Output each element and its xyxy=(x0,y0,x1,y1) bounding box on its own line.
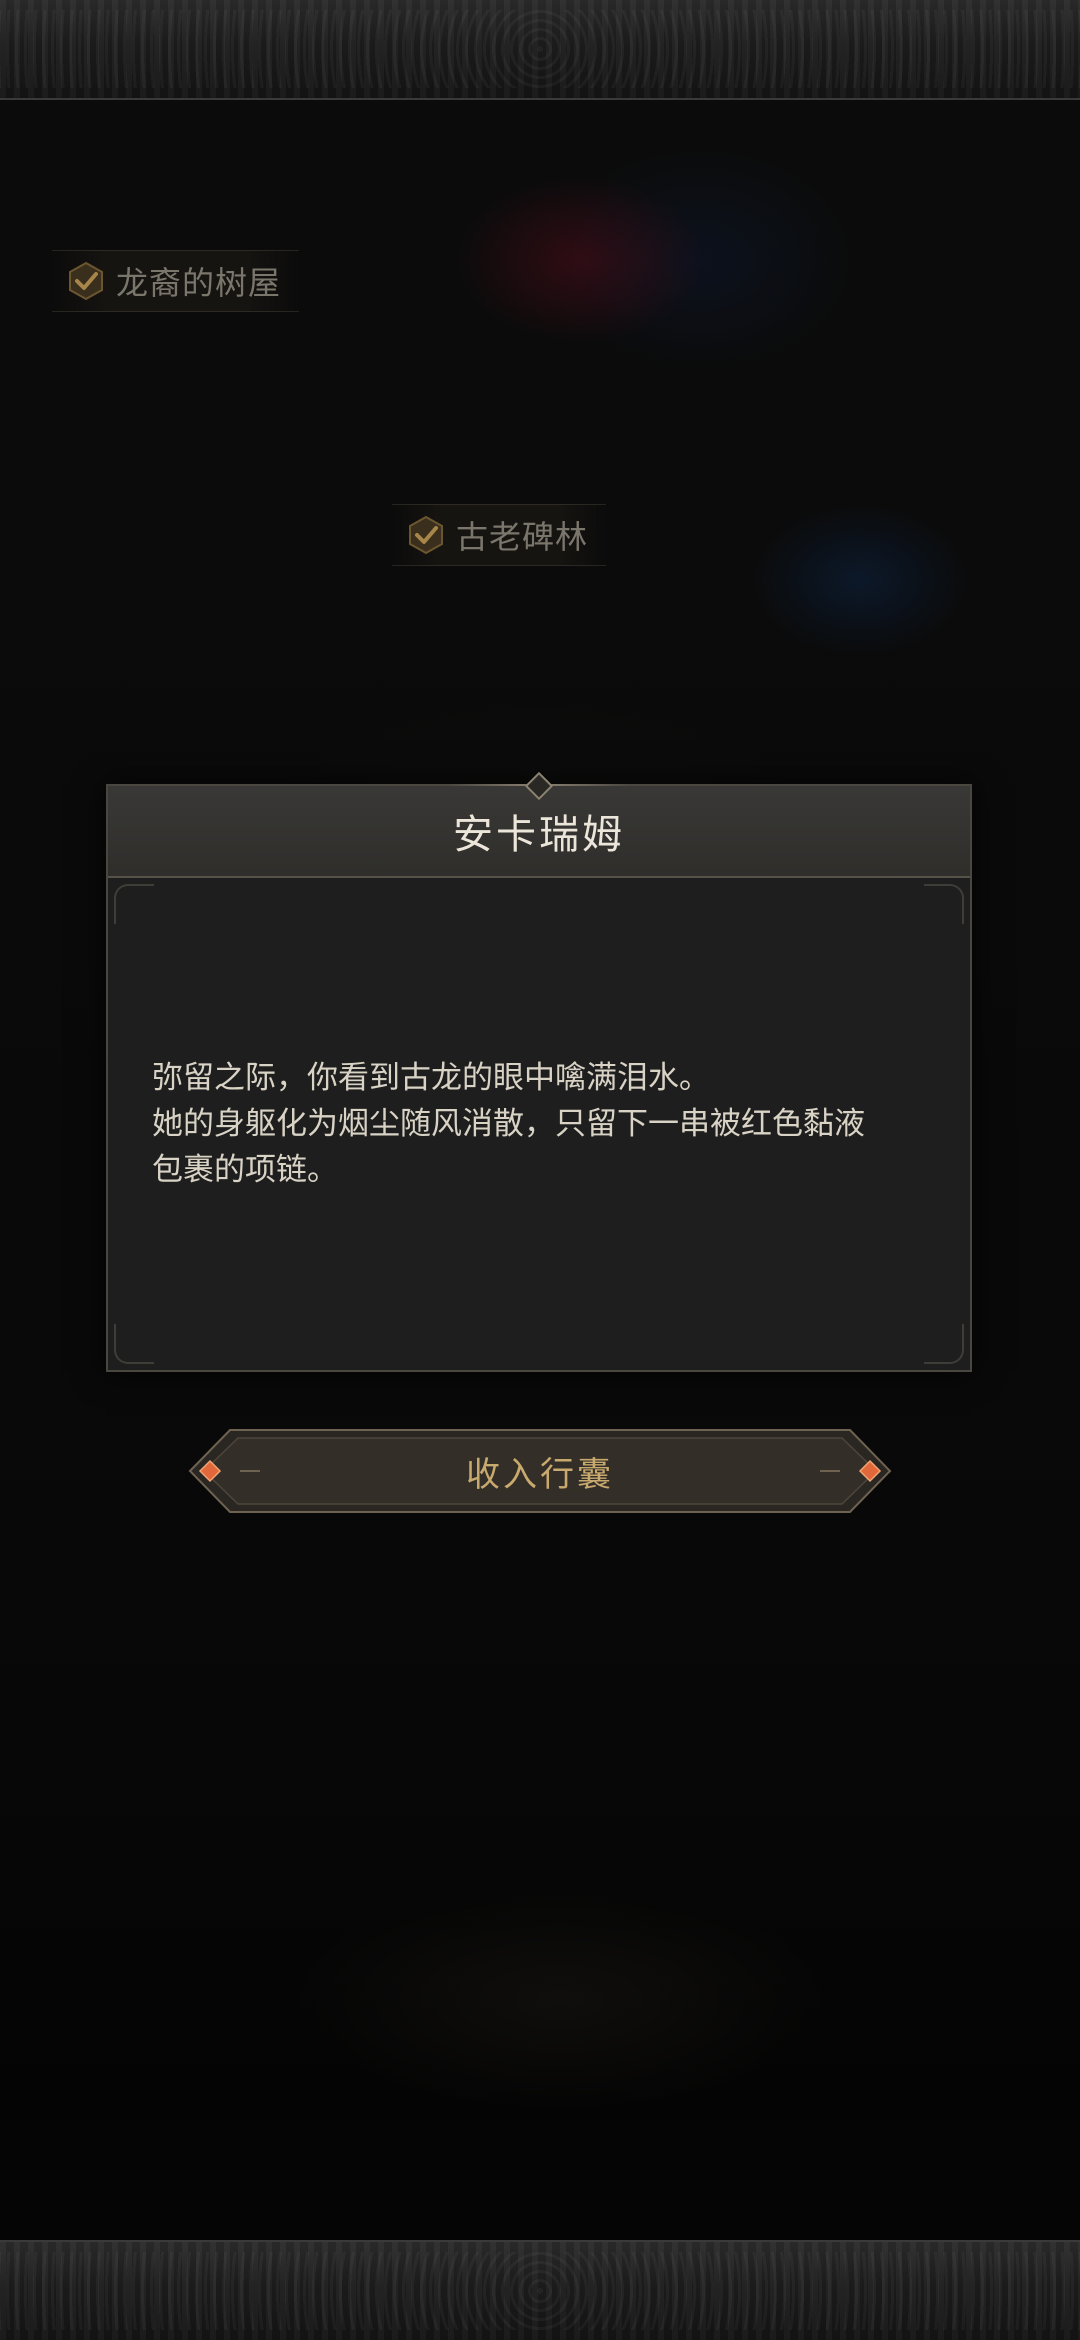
checkmark-icon xyxy=(69,261,103,301)
bottom-frame-border xyxy=(0,2240,1080,2340)
corner-ornament-icon xyxy=(924,1324,964,1364)
checkmark-icon xyxy=(409,515,443,555)
corner-ornament-icon xyxy=(114,884,154,924)
dialog-body: 弥留之际，你看到古龙的眼中噙满泪水。 她的身躯化为烟尘随风消散，只留下一串被红色… xyxy=(108,878,970,1370)
put-in-bag-label: 收入行囊 xyxy=(466,1454,614,1495)
dialog-title: 安卡瑞姆 xyxy=(453,812,625,858)
map-marker-ancient-stele-forest[interactable]: 古老碑林 xyxy=(392,504,607,566)
dialog-text-line: 弥留之际，你看到古龙的眼中噙满泪水。 xyxy=(152,1060,710,1096)
map-marker-label: 龙裔的树屋 xyxy=(116,264,282,302)
top-frame-border xyxy=(0,0,1080,100)
dialog-story-text: 弥留之际，你看到古龙的眼中噙满泪水。 她的身躯化为烟尘随风消散，只留下一串被红色… xyxy=(152,1055,865,1193)
corner-ornament-icon xyxy=(924,884,964,924)
dialog-text-line: 包裹的项链。 xyxy=(152,1152,338,1188)
corner-ornament-icon xyxy=(114,1324,154,1364)
story-dialog: 安卡瑞姆 弥留之际，你看到古龙的眼中噙满泪水。 她的身躯化为烟尘随风消散，只留下… xyxy=(106,771,972,1372)
dialog-text-line: 她的身躯化为烟尘随风消散，只留下一串被红色黏液 xyxy=(152,1106,865,1142)
put-in-bag-button[interactable]: 收入行囊 xyxy=(170,1424,910,1518)
map-marker-dragon-treehouse[interactable]: 龙裔的树屋 xyxy=(52,250,300,312)
map-marker-label: 古老碑林 xyxy=(456,518,589,556)
